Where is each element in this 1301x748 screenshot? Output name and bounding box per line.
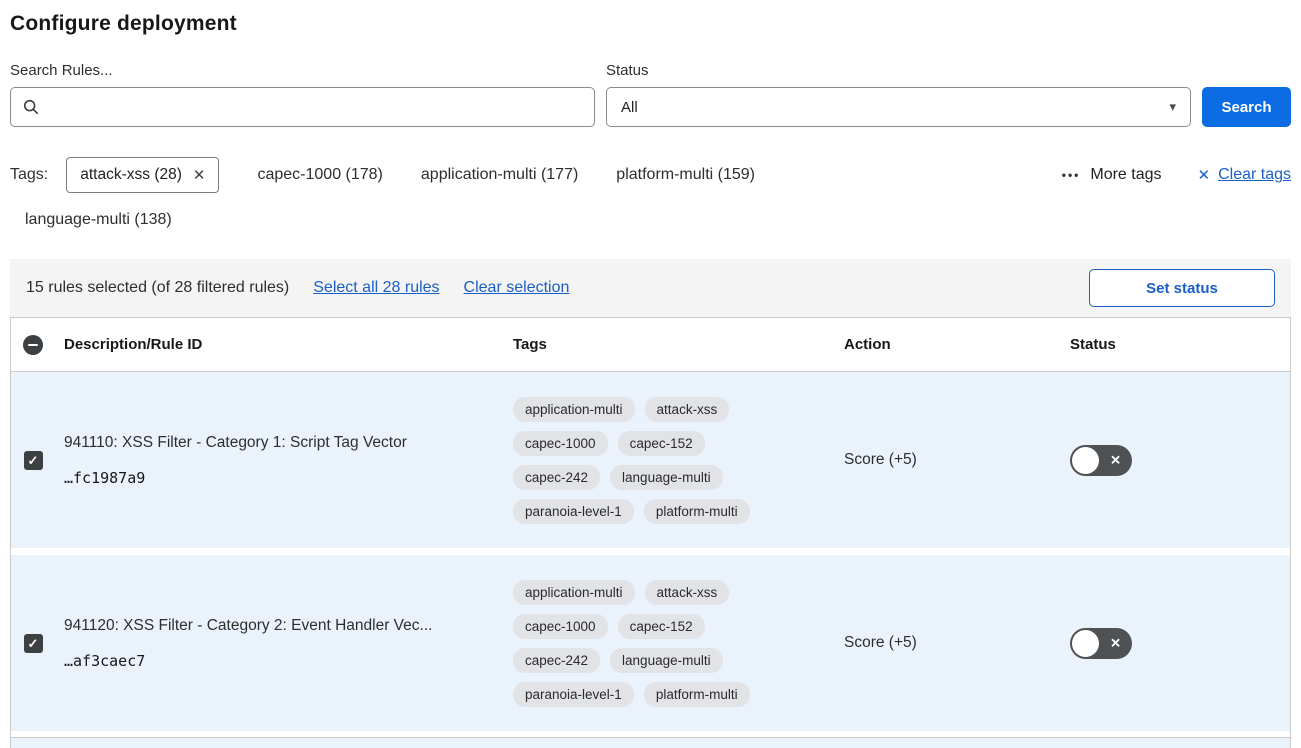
tag-chip-label: attack-xss (28) <box>80 166 182 184</box>
tag-pill: attack-xss <box>645 580 730 605</box>
tag-application-multi[interactable]: application-multi (177) <box>421 166 578 184</box>
rule-tags-cell: application-multi attack-xss capec-1000 … <box>513 566 781 721</box>
more-tags-label: More tags <box>1090 166 1161 184</box>
tag-pill: attack-xss <box>645 397 730 422</box>
chevron-down-icon: ▾ <box>1169 99 1176 115</box>
tag-pill: language-multi <box>610 648 723 673</box>
tag-pill: capec-152 <box>618 614 705 639</box>
check-icon: ✓ <box>28 454 39 467</box>
header-checkbox-cell <box>11 335 55 355</box>
rule-action: Score (+5) <box>844 451 1070 469</box>
tag-pill: platform-multi <box>644 682 750 707</box>
status-label: Status <box>606 62 1191 79</box>
tag-pill: capec-1000 <box>513 431 608 456</box>
tags-section: Tags: attack-xss (28) ✕ capec-1000 (178)… <box>10 157 1291 229</box>
status-select[interactable]: All ▾ <box>606 87 1191 127</box>
column-header-action: Action <box>844 336 1070 353</box>
rule-description: 941120: XSS Filter - Category 2: Event H… <box>64 617 493 635</box>
tags-line-2: language-multi (138) <box>10 211 1291 229</box>
status-field-group: Status All ▾ <box>606 62 1191 127</box>
set-status-button[interactable]: Set status <box>1089 269 1275 307</box>
select-all-link[interactable]: Select all 28 rules <box>313 279 439 297</box>
check-icon: ✓ <box>28 637 39 650</box>
rule-tags-cell: application-multi attack-xss capec-1000 … <box>513 383 781 538</box>
tag-pill: paranoia-level-1 <box>513 682 634 707</box>
rule-id: …af3caec7 <box>64 652 493 670</box>
search-rules-label: Search Rules... <box>10 62 595 79</box>
tag-pill: capec-242 <box>513 648 600 673</box>
selection-summary: 15 rules selected (of 28 filtered rules) <box>26 279 289 297</box>
toggle-knob <box>1072 447 1099 474</box>
row-checkbox[interactable]: ✓ <box>24 451 43 470</box>
rule-status-cell: ✕ <box>1070 628 1290 659</box>
toggle-knob <box>1072 630 1099 657</box>
rule-description-cell: 941110: XSS Filter - Category 1: Script … <box>55 434 513 487</box>
status-select-value: All <box>621 99 638 116</box>
tag-pill: capec-1000 <box>513 614 608 639</box>
clear-tags-label: Clear tags <box>1218 166 1291 184</box>
status-toggle[interactable]: ✕ <box>1070 628 1132 659</box>
tag-language-multi[interactable]: language-multi (138) <box>25 211 172 229</box>
search-box <box>10 87 595 127</box>
row-checkbox[interactable]: ✓ <box>24 634 43 653</box>
column-header-status: Status <box>1070 336 1290 353</box>
search-rules-input[interactable] <box>11 88 594 126</box>
select-all-checkbox[interactable] <box>23 335 43 355</box>
table-header-row: Description/Rule ID Tags Action Status <box>11 318 1290 372</box>
column-header-tags: Tags <box>513 336 844 353</box>
tag-pill: platform-multi <box>644 499 750 524</box>
rule-description-cell: 941120: XSS Filter - Category 2: Event H… <box>55 617 513 670</box>
rule-action: Score (+5) <box>844 634 1070 652</box>
tag-pill: application-multi <box>513 397 635 422</box>
tag-pill: paranoia-level-1 <box>513 499 634 524</box>
toggle-off-icon: ✕ <box>1110 637 1121 650</box>
selection-bar: 15 rules selected (of 28 filtered rules)… <box>10 259 1291 317</box>
tag-platform-multi[interactable]: platform-multi (159) <box>616 166 755 184</box>
tag-pill: capec-152 <box>618 431 705 456</box>
tag-chip-attack-xss[interactable]: attack-xss (28) ✕ <box>66 157 219 193</box>
row-checkbox-cell: ✓ <box>11 634 55 653</box>
search-icon <box>22 98 40 116</box>
page-title: Configure deployment <box>10 12 1291 36</box>
search-button[interactable]: Search <box>1202 87 1291 127</box>
rule-description: 941110: XSS Filter - Category 1: Script … <box>64 434 493 452</box>
clear-tags-x-icon: ✕ <box>1198 166 1211 184</box>
remove-tag-icon[interactable]: ✕ <box>193 168 206 183</box>
configure-deployment-page: Configure deployment Search Rules... Sta… <box>0 0 1301 748</box>
ellipsis-icon: ••• <box>1062 168 1081 182</box>
clear-tags-button[interactable]: ✕ Clear tags <box>1198 166 1292 184</box>
tag-pill: application-multi <box>513 580 635 605</box>
toggle-off-icon: ✕ <box>1110 454 1121 467</box>
rule-status-cell: ✕ <box>1070 445 1290 476</box>
clear-selection-link[interactable]: Clear selection <box>464 279 570 297</box>
rules-table: Description/Rule ID Tags Action Status ✓… <box>10 317 1291 748</box>
rule-id: …fc1987a9 <box>64 469 493 487</box>
status-toggle[interactable]: ✕ <box>1070 445 1132 476</box>
column-header-description: Description/Rule ID <box>55 336 513 353</box>
table-row-partial <box>11 737 1290 748</box>
indeterminate-icon <box>28 344 38 346</box>
tag-pill: language-multi <box>610 465 723 490</box>
tag-capec-1000[interactable]: capec-1000 (178) <box>257 166 382 184</box>
table-row: ✓ 941120: XSS Filter - Category 2: Event… <box>11 555 1290 731</box>
table-row: ✓ 941110: XSS Filter - Category 1: Scrip… <box>11 372 1290 548</box>
row-checkbox-cell: ✓ <box>11 451 55 470</box>
search-field-group: Search Rules... <box>10 62 595 127</box>
tags-label: Tags: <box>10 166 48 184</box>
filter-row: Search Rules... Status All ▾ Search <box>10 62 1291 127</box>
tag-pill: capec-242 <box>513 465 600 490</box>
tags-line-1: Tags: attack-xss (28) ✕ capec-1000 (178)… <box>10 157 1291 193</box>
more-tags-button[interactable]: ••• More tags <box>1062 166 1162 184</box>
